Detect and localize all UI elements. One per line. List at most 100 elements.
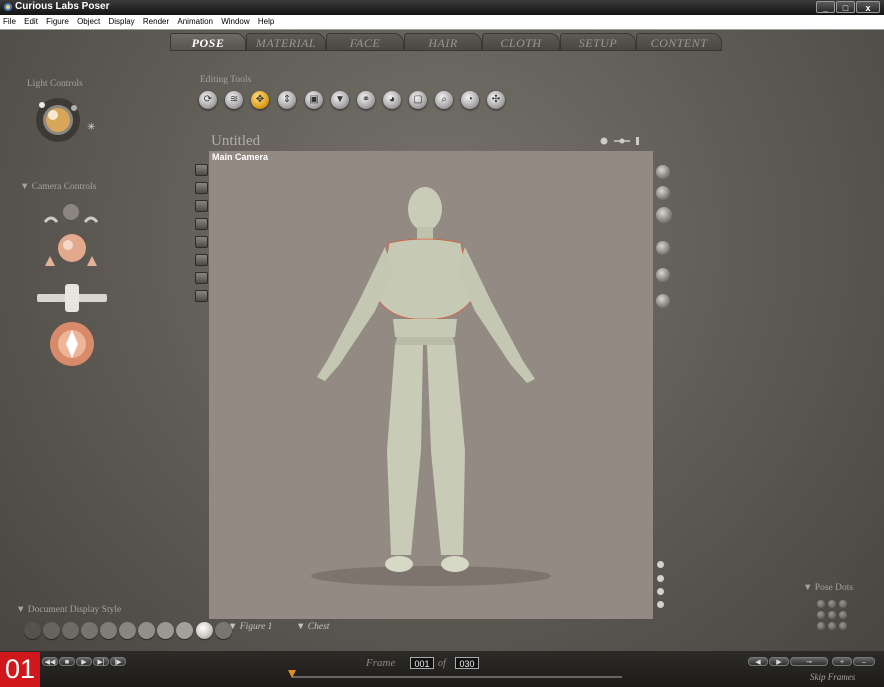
document-title: Untitled — [211, 133, 261, 149]
document-viewport[interactable]: Main Camera — [209, 151, 653, 619]
figure-selector[interactable]: ▼ Figure 1 — [228, 622, 272, 632]
pose-dot[interactable] — [839, 611, 847, 619]
viewport-side-button[interactable] — [195, 182, 208, 194]
viewport-right-control[interactable] — [656, 294, 670, 308]
play-button[interactable]: ▶ — [76, 657, 92, 666]
tab-material[interactable]: MATERIAL — [246, 33, 326, 51]
display-style-cartoon-line-icon[interactable] — [176, 622, 193, 639]
camera-label: Main Camera — [212, 152, 269, 162]
animation-controls: ◀◀ ■ ▶ ▶| |▶ ◀ ▶ ⊸ + – Skip Frames — [0, 651, 884, 687]
translate-in-out-tool-icon[interactable]: ⇕ — [278, 91, 296, 109]
close-button[interactable]: x — [856, 1, 880, 13]
viewport-size-dot[interactable] — [657, 588, 664, 595]
viewport-side-button[interactable] — [195, 254, 208, 266]
taper-tool-icon[interactable]: ▼ — [331, 91, 349, 109]
scale-tool-icon[interactable]: ▣ — [305, 91, 323, 109]
poser-app-icon — [4, 3, 12, 11]
viewport-side-button[interactable] — [195, 272, 208, 284]
menu-help[interactable]: Help — [255, 15, 277, 26]
grouping-tool-icon[interactable]: ▢ — [409, 91, 427, 109]
display-style-hidden-line-icon[interactable] — [81, 622, 98, 639]
current-frame-field[interactable]: 001 — [410, 657, 434, 669]
menu-edit[interactable]: Edit — [21, 15, 41, 26]
tab-pose[interactable]: POSE — [170, 33, 246, 51]
view-magnifier-tool-icon[interactable]: ⌕ — [435, 91, 453, 109]
viewport-right-control[interactable] — [656, 207, 672, 223]
viewport-side-button[interactable] — [195, 218, 208, 230]
camera-controls-label: ▼ Camera Controls — [20, 182, 97, 192]
figure-selector-value: Figure 1 — [239, 622, 273, 632]
viewport-right-control[interactable] — [656, 186, 670, 200]
skip-frames-label[interactable]: Skip Frames — [810, 672, 855, 682]
display-style-outline-icon[interactable] — [43, 622, 60, 639]
viewport-right-control[interactable] — [656, 241, 670, 255]
menu-object[interactable]: Object — [74, 15, 103, 26]
timeline-scrubber[interactable] — [288, 670, 296, 678]
minimize-button[interactable]: _ — [816, 1, 835, 13]
delete-keyframe-button[interactable]: – — [853, 657, 875, 666]
viewport-size-dot[interactable] — [657, 575, 664, 582]
keyframe-key-icon[interactable]: ⊸ — [790, 657, 828, 666]
display-style-flat-shaded-icon[interactable] — [119, 622, 136, 639]
viewport-side-button[interactable] — [195, 164, 208, 176]
rewind-button[interactable]: ◀◀ — [42, 657, 58, 666]
chain-break-tool-icon[interactable]: ⚭ — [357, 91, 375, 109]
viewport-side-button[interactable] — [195, 290, 208, 302]
menu-window[interactable]: Window — [218, 15, 252, 26]
viewport-side-button[interactable] — [195, 200, 208, 212]
document-display-style-label: ▼ Document Display Style — [16, 605, 122, 615]
maximize-button[interactable]: □ — [836, 1, 855, 13]
tab-face[interactable]: FACE — [326, 33, 404, 51]
step-forward-button[interactable]: |▶ — [110, 657, 126, 666]
menu-render[interactable]: Render — [140, 15, 172, 26]
viewport-side-button[interactable] — [195, 236, 208, 248]
viewport-size-dot[interactable] — [657, 601, 664, 608]
step-back-button[interactable]: ▶| — [93, 657, 109, 666]
display-style-wireframe-icon[interactable] — [62, 622, 79, 639]
pose-dot[interactable] — [828, 611, 836, 619]
total-frames-field[interactable]: 030 — [455, 657, 479, 669]
camera-controls-widget[interactable] — [25, 200, 115, 370]
pose-dot[interactable] — [828, 622, 836, 630]
pose-dot[interactable] — [817, 611, 825, 619]
tab-setup[interactable]: SETUP — [560, 33, 636, 51]
room-tabs: POSE MATERIAL FACE HAIR CLOTH SETUP CONT… — [170, 33, 730, 51]
display-style-lit-wireframe-icon[interactable] — [100, 622, 117, 639]
display-style-smooth-shaded-icon[interactable] — [196, 622, 213, 639]
tab-content[interactable]: CONTENT — [636, 33, 722, 51]
twist-tool-icon[interactable]: ≋ — [225, 91, 243, 109]
prev-keyframe-button[interactable]: ◀ — [748, 657, 768, 666]
menu-animation[interactable]: Animation — [174, 15, 216, 26]
add-keyframe-button[interactable]: + — [832, 657, 852, 666]
next-keyframe-button[interactable]: ▶ — [769, 657, 789, 666]
pose-dot[interactable] — [839, 600, 847, 608]
light-controls-label: Light Controls — [27, 79, 83, 89]
document-window-controls[interactable] — [598, 136, 644, 146]
stop-button[interactable]: ■ — [59, 657, 75, 666]
body-part-selector-value: Chest — [307, 622, 330, 632]
figure-render[interactable] — [209, 151, 653, 619]
color-tool-icon[interactable]: ◕ — [383, 91, 401, 109]
menu-figure[interactable]: Figure — [43, 15, 72, 26]
display-style-silhouette-icon[interactable] — [24, 622, 41, 639]
viewport-size-dot[interactable] — [657, 561, 664, 568]
pose-dot[interactable] — [817, 622, 825, 630]
display-style-flat-lined-icon[interactable] — [138, 622, 155, 639]
morphing-tool-icon[interactable]: ◔ — [461, 91, 479, 109]
light-controls-widget[interactable]: ✳ — [28, 95, 100, 145]
pose-dot[interactable] — [817, 600, 825, 608]
menu-display[interactable]: Display — [105, 15, 137, 26]
tab-cloth[interactable]: CLOTH — [482, 33, 560, 51]
body-part-selector[interactable]: ▼ Chest — [296, 622, 329, 632]
direct-manipulation-tool-icon[interactable]: ✣ — [487, 91, 505, 109]
menu-file[interactable]: File — [0, 15, 19, 26]
viewport-right-control[interactable] — [656, 268, 670, 282]
viewport-right-control[interactable] — [656, 165, 670, 179]
tab-hair[interactable]: HAIR — [404, 33, 482, 51]
display-style-cartoon-icon[interactable] — [157, 622, 174, 639]
pose-dot[interactable] — [839, 622, 847, 630]
rotate-tool-icon[interactable]: ⟳ — [199, 91, 217, 109]
pose-dot[interactable] — [828, 600, 836, 608]
translate-tool-icon[interactable]: ✥ — [251, 91, 269, 109]
timeline-track[interactable] — [292, 676, 622, 678]
